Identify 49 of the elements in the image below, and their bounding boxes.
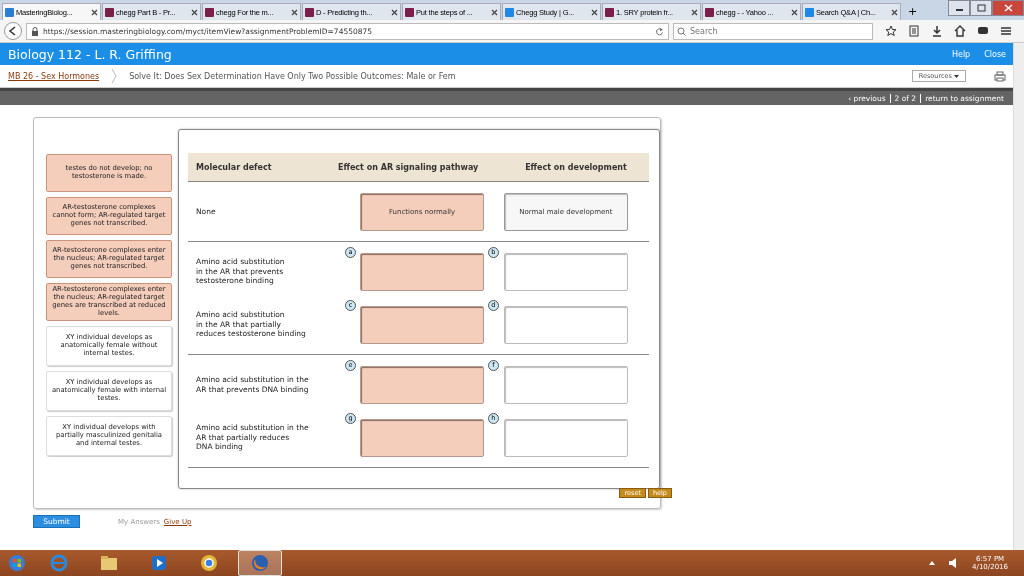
drop-target[interactable] xyxy=(360,418,485,457)
close-icon xyxy=(1003,4,1013,12)
close-icon[interactable] xyxy=(791,8,798,16)
breadcrumb-item: Solve It: Does Sex Determination Have Only Two Possible Outcomes: Male or Fem xyxy=(129,71,456,81)
column-header: Effect on development xyxy=(524,162,628,172)
caret-icon xyxy=(954,75,959,78)
close-icon[interactable] xyxy=(691,8,698,16)
favicon-icon xyxy=(305,7,314,17)
favicon-icon xyxy=(505,7,514,17)
search-field[interactable]: Search xyxy=(673,22,873,40)
scrollbar[interactable] xyxy=(1013,43,1024,550)
chevron-icon xyxy=(111,68,118,84)
close-window-button[interactable] xyxy=(992,0,1024,16)
close-icon[interactable] xyxy=(391,8,398,16)
lock-icon xyxy=(31,26,39,36)
favicon-icon xyxy=(805,7,814,17)
firefox-icon[interactable] xyxy=(238,550,282,576)
print-icon[interactable] xyxy=(994,70,1006,82)
star-icon[interactable] xyxy=(885,25,897,37)
menu-icon[interactable] xyxy=(1000,25,1012,37)
home-icon[interactable] xyxy=(954,25,966,37)
close-icon[interactable] xyxy=(591,8,598,16)
favicon-icon xyxy=(705,7,714,17)
reload-icon[interactable] xyxy=(655,26,664,36)
drop-target[interactable] xyxy=(360,252,485,291)
column-header: Molecular defect xyxy=(195,162,273,172)
close-icon[interactable] xyxy=(891,8,898,16)
back-button[interactable] xyxy=(4,22,22,40)
course-title: Biology 112 - L. R. Griffing xyxy=(8,46,172,62)
column-header: Effect on AR signaling pathway xyxy=(338,162,480,172)
favicon-icon xyxy=(405,7,414,17)
minimize-button[interactable] xyxy=(948,0,970,16)
drop-target[interactable] xyxy=(360,305,485,344)
favicon-icon xyxy=(205,7,214,17)
close-icon[interactable] xyxy=(191,8,198,16)
new-tab-button[interactable]: + xyxy=(902,5,924,20)
maximize-icon xyxy=(976,4,986,12)
reader-icon[interactable] xyxy=(908,25,920,37)
close-icon[interactable] xyxy=(91,8,98,16)
favicon-icon xyxy=(105,7,114,17)
close-icon[interactable] xyxy=(491,8,498,16)
download-icon[interactable] xyxy=(931,25,943,37)
tray-arrow-icon[interactable] xyxy=(928,560,937,566)
favicon-icon xyxy=(5,7,14,17)
chat-icon[interactable] xyxy=(977,25,989,37)
breadcrumb-link[interactable]: MB 26 - Sex Hormones xyxy=(8,71,100,81)
drop-target[interactable] xyxy=(360,365,485,404)
close-icon[interactable] xyxy=(291,8,298,16)
favicon-icon xyxy=(605,7,614,17)
